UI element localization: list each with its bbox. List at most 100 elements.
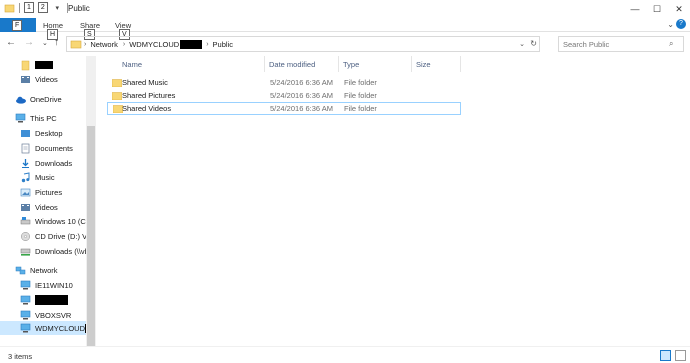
tab-view[interactable]: View V bbox=[115, 21, 131, 40]
nav-item-documents[interactable]: Documents bbox=[20, 141, 73, 155]
file-type: File folder bbox=[344, 91, 377, 100]
tab-home[interactable]: Home H bbox=[43, 21, 63, 40]
maximize-icon[interactable]: ☐ bbox=[646, 0, 668, 18]
nav-label: CD Drive (D:) Vir bbox=[35, 231, 92, 241]
ribbon-tabs: F Home H Share S View V ⌄ ? bbox=[0, 18, 690, 40]
file-list: Name Date modified Type Size Shared Musi… bbox=[104, 56, 690, 346]
details-view-icon[interactable] bbox=[660, 350, 671, 361]
nav-item-pictures[interactable]: Pictures bbox=[20, 185, 62, 199]
file-date: 5/24/2016 6:36 AM bbox=[270, 91, 333, 100]
file-name: Shared Videos bbox=[122, 104, 172, 113]
file-row-shared-music[interactable]: Shared Music 5/24/2016 6:36 AM File fold… bbox=[107, 76, 461, 89]
folder-icon bbox=[20, 60, 31, 71]
nav-item-cd-drive[interactable]: CD Drive (D:) Vir bbox=[20, 229, 91, 243]
help-icon[interactable]: ? bbox=[676, 19, 686, 29]
folder-icon bbox=[112, 91, 122, 100]
videos-icon bbox=[20, 74, 31, 85]
recent-locations-icon[interactable]: ⌄ bbox=[42, 39, 48, 47]
onedrive-icon bbox=[15, 94, 26, 105]
breadcrumb-wdmycloud[interactable]: WDMYCLOUD bbox=[129, 40, 179, 49]
navigation-pane: Videos OneDrive This PC Desktop Document… bbox=[0, 56, 96, 346]
keytip-file: F bbox=[12, 20, 23, 31]
item-count: 3 items bbox=[8, 352, 33, 361]
nav-item-music[interactable]: Music bbox=[20, 170, 55, 184]
nav-label: Downloads (\\vb bbox=[35, 246, 89, 256]
nav-item-this-pc[interactable]: This PC bbox=[15, 111, 57, 125]
breadcrumb-network[interactable]: Network bbox=[90, 40, 118, 49]
nav-label: Downloads bbox=[35, 158, 73, 168]
folder-icon bbox=[112, 78, 122, 87]
nav-item-downloads-share[interactable]: Downloads (\\vb bbox=[20, 244, 89, 258]
column-divider[interactable] bbox=[338, 56, 339, 72]
nav-label: IE11WIN10 bbox=[35, 280, 73, 290]
computer-icon bbox=[20, 280, 31, 291]
file-date: 5/24/2016 6:36 AM bbox=[270, 78, 333, 87]
nav-label: Desktop bbox=[35, 128, 63, 138]
breadcrumb-chevron-icon[interactable]: › bbox=[206, 41, 208, 48]
status-bar: 3 items bbox=[0, 346, 690, 363]
nav-item-onedrive[interactable]: OneDrive bbox=[15, 92, 62, 106]
nav-item-redacted-folder[interactable] bbox=[20, 58, 53, 72]
nav-item-downloads[interactable]: Downloads bbox=[20, 156, 72, 170]
nav-item-redacted-computer[interactable] bbox=[20, 293, 68, 307]
nav-label: This PC bbox=[30, 113, 57, 123]
address-bar[interactable]: › Network › WDMYCLOUD › Public ⌄ ↻ bbox=[66, 36, 540, 52]
file-date: 5/24/2016 6:36 AM bbox=[270, 104, 333, 113]
column-header-date-modified[interactable]: Date modified bbox=[269, 60, 315, 69]
computer-icon bbox=[20, 295, 31, 306]
close-icon[interactable]: ✕ bbox=[668, 0, 690, 18]
window-controls: — ☐ ✕ bbox=[624, 0, 690, 18]
computer-icon bbox=[20, 323, 31, 334]
nav-item-videos-quick[interactable]: Videos bbox=[20, 72, 58, 86]
navigation-scrollbar[interactable] bbox=[86, 56, 96, 346]
expand-ribbon-icon[interactable]: ⌄ bbox=[667, 20, 674, 29]
column-divider[interactable] bbox=[264, 56, 265, 72]
refresh-icon[interactable]: ↻ bbox=[530, 39, 537, 48]
breadcrumb-chevron-icon[interactable]: › bbox=[84, 41, 86, 48]
breadcrumb-public[interactable]: Public bbox=[213, 40, 233, 49]
music-icon bbox=[20, 171, 31, 183]
pc-icon bbox=[15, 113, 26, 124]
breadcrumb-chevron-icon[interactable]: › bbox=[123, 41, 125, 48]
folder-icon bbox=[4, 2, 15, 13]
nav-label: Pictures bbox=[35, 187, 63, 197]
nav-label: Network bbox=[30, 265, 58, 275]
search-input[interactable]: Search Public bbox=[563, 40, 669, 49]
nav-item-network[interactable]: Network bbox=[15, 263, 58, 277]
nav-item-vboxsvr[interactable]: VBOXSVR bbox=[20, 308, 71, 322]
scrollbar-thumb[interactable] bbox=[87, 126, 95, 346]
redaction-block bbox=[35, 61, 53, 69]
redaction-block bbox=[180, 39, 203, 49]
nav-item-videos[interactable]: Videos bbox=[20, 200, 58, 214]
up-icon[interactable]: ↑ bbox=[54, 37, 59, 48]
forward-icon[interactable]: → bbox=[24, 37, 34, 48]
column-header-size[interactable]: Size bbox=[416, 60, 431, 69]
downloads-icon bbox=[20, 158, 31, 169]
nav-label: Documents bbox=[35, 143, 73, 153]
large-icons-view-icon[interactable] bbox=[675, 350, 686, 361]
column-header-name[interactable]: Name bbox=[122, 60, 142, 69]
nav-item-desktop[interactable]: Desktop bbox=[20, 126, 63, 140]
nav-label: Videos bbox=[35, 74, 58, 84]
minimize-icon[interactable]: — bbox=[624, 0, 646, 18]
back-icon[interactable]: ← bbox=[6, 37, 16, 48]
file-row-shared-videos[interactable]: Shared Videos 5/24/2016 6:36 AM File fol… bbox=[107, 102, 461, 115]
column-header-type[interactable]: Type bbox=[343, 60, 359, 69]
keytip-2: 2 bbox=[37, 2, 48, 13]
nav-label: Windows 10 (C:) bbox=[35, 216, 91, 226]
keytip-1: 1 bbox=[24, 2, 34, 13]
customize-toolbar-icon[interactable]: ▾ bbox=[52, 2, 63, 13]
nav-item-ie11win10[interactable]: IE11WIN10 bbox=[20, 278, 73, 292]
desktop-icon bbox=[20, 128, 31, 139]
tab-share[interactable]: Share S bbox=[80, 21, 100, 40]
navigation-bar: ← → ⌄ ↑ › Network › WDMYCLOUD › Public ⌄… bbox=[0, 34, 690, 54]
nav-item-wdmycloud[interactable]: WDMYCLOUD bbox=[0, 321, 86, 335]
search-box[interactable]: Search Public ⌕ bbox=[558, 36, 684, 52]
column-divider[interactable] bbox=[460, 56, 461, 72]
file-row-shared-pictures[interactable]: Shared Pictures 5/24/2016 6:36 AM File f… bbox=[107, 89, 461, 102]
nav-item-windows-10-c[interactable]: Windows 10 (C:) bbox=[20, 214, 90, 228]
tab-file[interactable]: F bbox=[0, 18, 36, 32]
column-divider[interactable] bbox=[411, 56, 412, 72]
address-dropdown-icon[interactable]: ⌄ bbox=[519, 40, 525, 48]
videos-icon bbox=[20, 202, 31, 213]
